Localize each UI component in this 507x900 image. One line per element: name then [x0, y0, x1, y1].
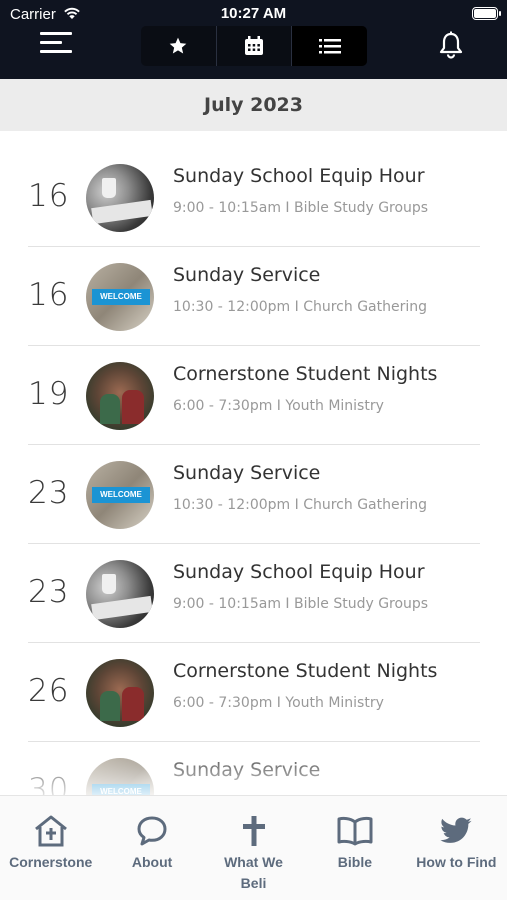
event-meta: 10:30 - 12:00pm I Church Gathering: [173, 497, 427, 513]
tab-what-we-believe[interactable]: What We Beli: [203, 796, 304, 900]
open-book-icon: [337, 816, 373, 846]
month-title: July 2023: [204, 94, 303, 116]
event-meta: 9:00 - 10:15am I Bible Study Groups: [173, 596, 429, 612]
event-item[interactable]: 19 Cornerstone Student Nights 6:00 - 7:3…: [28, 346, 480, 445]
event-thumbnail: [86, 659, 154, 727]
segment-calendar[interactable]: [217, 26, 293, 66]
event-title: Sunday School Equip Hour: [173, 165, 425, 187]
view-mode-segmented-control: [141, 26, 367, 66]
segment-list[interactable]: [292, 26, 367, 66]
event-title: Sunday Service: [173, 264, 321, 286]
tab-label: About: [131, 854, 173, 870]
bell-icon[interactable]: [438, 31, 464, 59]
event-thumbnail: [86, 362, 154, 430]
tab-bible[interactable]: Bible: [304, 796, 405, 900]
star-icon: [169, 37, 187, 54]
tab-how-to-find[interactable]: How to Find: [406, 796, 507, 900]
event-day: 19: [28, 376, 70, 412]
battery-icon: [472, 7, 501, 20]
event-thumbnail: WELCOME: [86, 758, 154, 795]
top-navigation-bar: Carrier 10:27 AM: [0, 0, 507, 79]
clock: 10:27 AM: [220, 5, 287, 22]
home-icon: [34, 815, 67, 847]
event-title: Sunday Service: [173, 759, 321, 781]
tab-cornerstone[interactable]: Cornerstone: [0, 796, 101, 900]
tab-label: What We Beli: [224, 854, 283, 891]
event-item[interactable]: 26 Cornerstone Student Nights 6:00 - 7:3…: [28, 643, 480, 742]
event-day: 23: [28, 574, 70, 610]
event-meta: 6:00 - 7:30pm I Youth Ministry: [173, 695, 384, 711]
event-title: Sunday School Equip Hour: [173, 561, 425, 583]
event-meta: 9:00 - 10:15am I Bible Study Groups: [173, 200, 429, 216]
event-title: Sunday Service: [173, 462, 321, 484]
event-day: 30: [28, 772, 70, 795]
event-day: 16: [28, 178, 70, 214]
event-thumbnail: WELCOME: [86, 461, 154, 529]
twitter-bird-icon: [440, 817, 472, 843]
event-day: 16: [28, 277, 70, 313]
bottom-tab-bar: Cornerstone About What We Beli Bible How…: [0, 795, 507, 900]
tab-label: How to Find: [416, 854, 497, 870]
event-thumbnail: [86, 164, 154, 232]
tab-label: Cornerstone: [9, 854, 93, 870]
event-meta: 6:00 - 7:30pm I Youth Ministry: [173, 398, 384, 414]
event-thumbnail: WELCOME: [86, 263, 154, 331]
event-item[interactable]: 23 Sunday School Equip Hour 9:00 - 10:15…: [28, 544, 480, 643]
calendar-icon: [245, 36, 263, 55]
list-icon: [318, 39, 341, 54]
chat-bubble-icon: [137, 816, 167, 846]
tab-label: Bible: [337, 854, 373, 870]
status-bar: Carrier 10:27 AM: [0, 0, 507, 28]
event-thumbnail: [86, 560, 154, 628]
event-item[interactable]: 16 Sunday School Equip Hour 9:00 - 10:15…: [28, 148, 480, 247]
segment-favorites[interactable]: [141, 26, 217, 66]
event-title: Cornerstone Student Nights: [173, 363, 438, 385]
event-day: 23: [28, 475, 70, 511]
event-day: 26: [28, 673, 70, 709]
tab-about[interactable]: About: [101, 796, 202, 900]
hamburger-menu-icon[interactable]: [40, 30, 74, 56]
event-item[interactable]: 30 WELCOME Sunday Service: [28, 742, 480, 795]
event-item[interactable]: 23 WELCOME Sunday Service 10:30 - 12:00p…: [28, 445, 480, 544]
month-header: July 2023: [0, 79, 507, 131]
event-item[interactable]: 16 WELCOME Sunday Service 10:30 - 12:00p…: [28, 247, 480, 346]
event-title: Cornerstone Student Nights: [173, 660, 438, 682]
event-meta: 10:30 - 12:00pm I Church Gathering: [173, 299, 427, 315]
cross-icon: [242, 816, 265, 846]
events-list: 16 Sunday School Equip Hour 9:00 - 10:15…: [0, 148, 507, 795]
